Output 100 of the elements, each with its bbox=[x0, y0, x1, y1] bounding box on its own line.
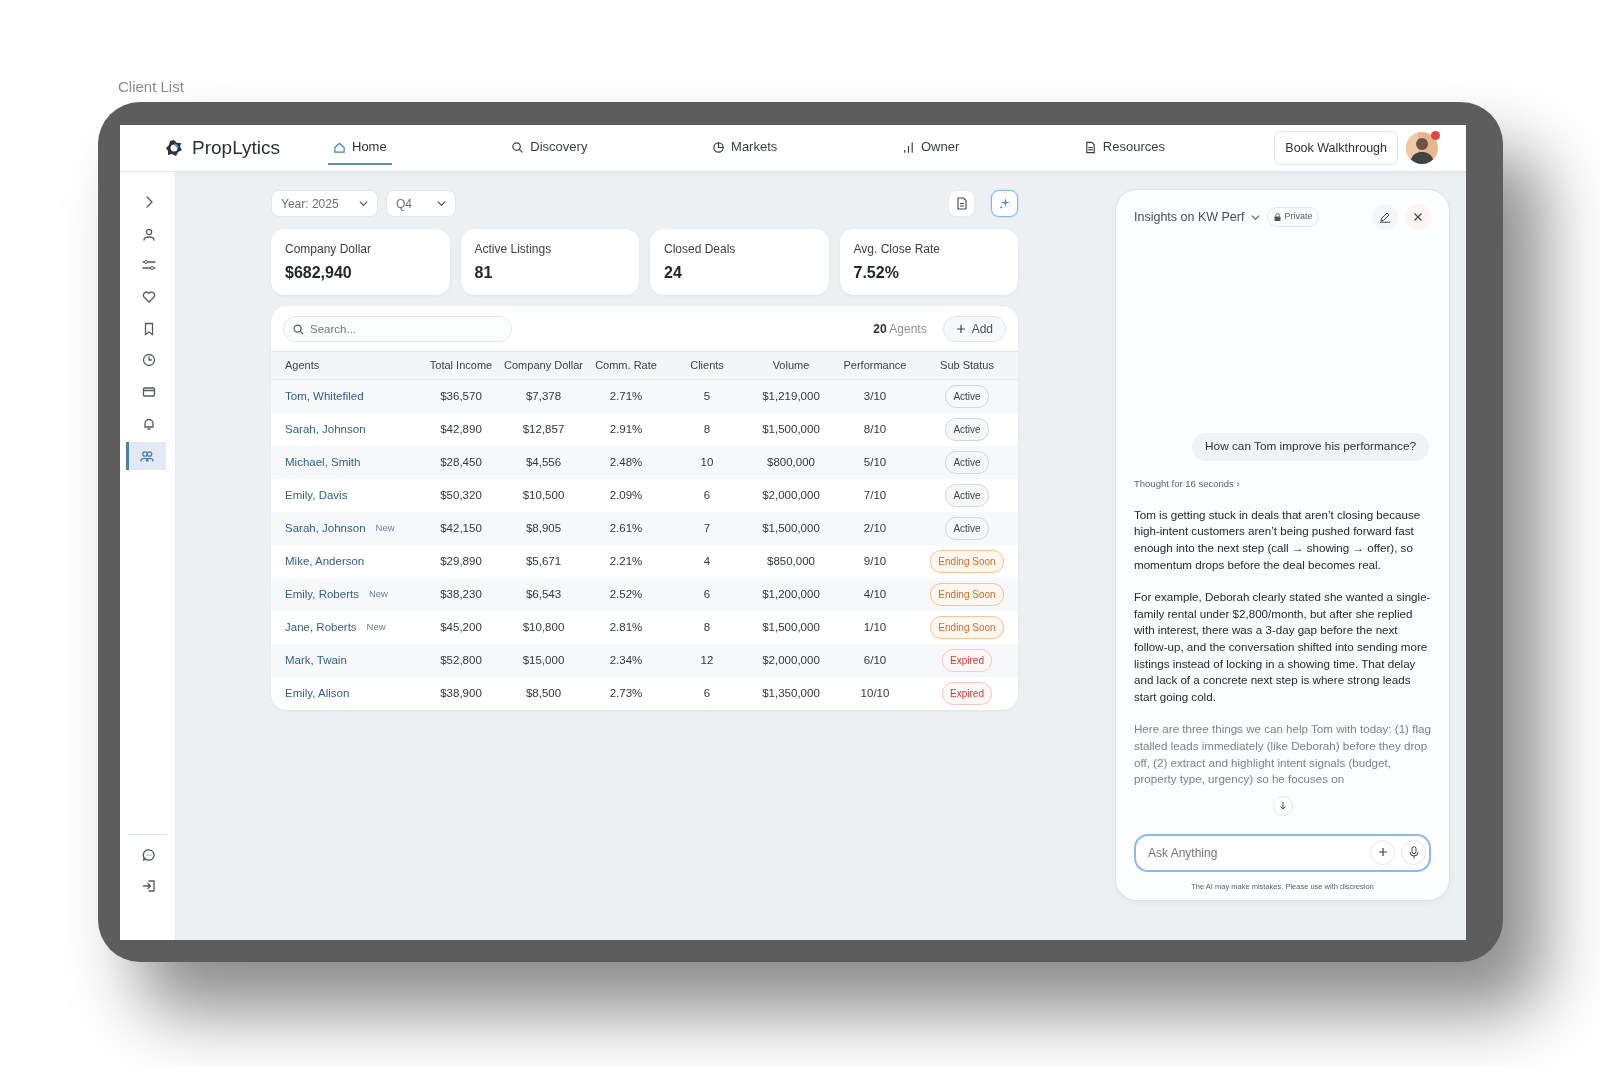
bookmark-icon bbox=[142, 321, 156, 336]
user-icon bbox=[142, 226, 156, 241]
stat-label: Avg. Close Rate bbox=[853, 241, 941, 257]
status-badge: Ending Soon bbox=[930, 550, 1004, 573]
new-tag: New bbox=[368, 587, 388, 602]
agent-name-link[interactable]: Sarah, Johnson bbox=[285, 519, 366, 538]
status-badge: Ending Soon bbox=[930, 616, 1004, 639]
stat-value: 24 bbox=[664, 263, 683, 283]
table-cell-text: $1,200,000 bbox=[761, 586, 821, 602]
agent-name-link[interactable]: Mark, Twain bbox=[285, 651, 347, 670]
nav-tab[interactable]: Markets bbox=[707, 131, 783, 165]
agent-name-link[interactable]: Emily, Alison bbox=[285, 684, 350, 703]
nav-tab[interactable]: Owner bbox=[896, 131, 965, 165]
nav-tab[interactable]: Discovery bbox=[506, 131, 593, 165]
pie-chart-icon bbox=[712, 140, 726, 154]
table-cell-text: $1,500,000 bbox=[761, 619, 821, 635]
table-cell-text: 6/10 bbox=[862, 652, 888, 668]
logout-icon bbox=[142, 879, 156, 894]
table-cell-text: 3/10 bbox=[862, 388, 888, 404]
agent-name-link[interactable]: Emily, Davis bbox=[285, 486, 348, 505]
lock-icon bbox=[1274, 213, 1282, 221]
table-cell-text: $7,378 bbox=[524, 388, 563, 404]
home-icon bbox=[333, 140, 346, 154]
table-cell-text: $42,890 bbox=[439, 421, 483, 437]
agent-name-link[interactable]: Tom, Whitefiled bbox=[285, 387, 364, 406]
table-cell-text: $42,150 bbox=[439, 520, 483, 536]
export-button[interactable] bbox=[948, 190, 975, 217]
column-header: Performance bbox=[842, 358, 908, 374]
table-cell-text: 6 bbox=[702, 586, 712, 602]
agent-name-link[interactable]: Michael, Smith bbox=[285, 453, 361, 472]
nav-tab[interactable]: Home bbox=[328, 131, 392, 165]
table-cell-text: 7 bbox=[702, 520, 712, 536]
agent-count: 20 Agents bbox=[873, 321, 927, 338]
agent-name-link[interactable]: Jane, Roberts bbox=[285, 618, 357, 637]
search-field[interactable]: Search... bbox=[283, 316, 512, 342]
table-cell-text: 2.09% bbox=[608, 487, 644, 503]
ai-response-paragraph: Here are three things we can help Tom with today: (1) flag stalled leads immediately (like Deborah) before they drop off, (2) extract and highlight intent signals (budget, property type, urgency) so he focuses on bbox=[1134, 721, 1431, 788]
edit-button[interactable] bbox=[1372, 204, 1398, 230]
close-button[interactable] bbox=[1405, 204, 1431, 230]
table-cell-text: 8/10 bbox=[862, 421, 888, 437]
agent-name-link[interactable]: Emily, Roberts bbox=[285, 585, 359, 604]
chevron-down-icon bbox=[359, 199, 368, 208]
brand-name: PropLytics bbox=[192, 135, 280, 160]
bar-chart-icon bbox=[901, 140, 915, 154]
stat-value: 81 bbox=[474, 263, 494, 283]
table-cell-text: 2/10 bbox=[862, 520, 888, 536]
user-message: How can Tom improve his performance? bbox=[1192, 432, 1429, 461]
table-cell-text: $4,556 bbox=[524, 454, 563, 470]
table-cell-text: $52,800 bbox=[439, 652, 483, 668]
close-icon bbox=[1413, 212, 1423, 222]
plus-icon bbox=[1377, 847, 1388, 858]
stat-value: 7.52% bbox=[853, 263, 900, 283]
users-icon bbox=[140, 448, 154, 463]
table-cell-text: $850,000 bbox=[766, 553, 816, 569]
status-badge: Ending Soon bbox=[930, 583, 1004, 606]
user-avatar[interactable] bbox=[1406, 132, 1438, 164]
ai-response-paragraph: Tom is getting stuck in deals that aren’t closing because high-intent customers aren’t being pushed forward fast enough into the next step (call → showing → offer), so momentum drops before the deal becomes real. bbox=[1134, 506, 1422, 573]
heart-icon bbox=[142, 290, 156, 305]
table-cell-text: $800,000 bbox=[766, 454, 816, 470]
sparkle-icon bbox=[998, 197, 1011, 210]
chat-title[interactable]: Insights on KW Perf bbox=[1134, 207, 1245, 227]
column-header: Company Dollar bbox=[503, 358, 584, 374]
column-header: Total Income bbox=[428, 358, 494, 374]
column-header: Agents bbox=[284, 358, 321, 374]
table-cell-text: 7/10 bbox=[862, 487, 888, 503]
table-cell-text: 2.71% bbox=[608, 388, 644, 404]
status-badge: Expired bbox=[942, 649, 992, 672]
table-cell-text: 2.52% bbox=[608, 586, 644, 602]
document-icon bbox=[1083, 140, 1097, 154]
status-badge: Active bbox=[945, 484, 989, 507]
filter-dropdown[interactable]: Year: 2025 bbox=[271, 190, 378, 217]
table-cell-text: 2.34% bbox=[608, 652, 644, 668]
nav-tab[interactable]: Resources bbox=[1078, 131, 1170, 165]
table-cell-text: 2.21% bbox=[608, 553, 644, 569]
table-cell-text: 5 bbox=[702, 388, 712, 404]
arrow-down-icon bbox=[1278, 801, 1287, 811]
book-walkthrough-button[interactable]: Book Walkthrough bbox=[1274, 130, 1398, 166]
table-cell-text: 4 bbox=[702, 553, 712, 569]
table-cell-text: 2.61% bbox=[608, 520, 644, 536]
ask-input-field[interactable]: Ask Anything bbox=[1134, 833, 1431, 872]
column-header: Volume bbox=[771, 358, 811, 374]
filter-dropdown[interactable]: Q4 bbox=[386, 190, 456, 217]
plus-icon bbox=[955, 324, 966, 334]
table-cell-text: $1,500,000 bbox=[761, 421, 821, 437]
table-cell-text: 8 bbox=[702, 421, 712, 437]
table-cell-text: $50,320 bbox=[439, 487, 483, 503]
thought-duration-link[interactable]: Thought for 16 seconds › bbox=[1134, 476, 1431, 491]
sidebar-button[interactable] bbox=[125, 441, 166, 470]
chevron-down-icon bbox=[437, 199, 446, 208]
table-cell-text: $1,219,000 bbox=[761, 388, 821, 404]
table-cell-text: $1,350,000 bbox=[761, 685, 821, 701]
chevron-down-icon[interactable] bbox=[1251, 212, 1261, 222]
scroll-down-button[interactable] bbox=[1272, 795, 1293, 816]
table-cell-text: $2,000,000 bbox=[761, 487, 821, 503]
pencil-icon bbox=[1379, 211, 1391, 223]
ai-insights-button[interactable] bbox=[991, 190, 1018, 217]
agent-name-link[interactable]: Sarah, Johnson bbox=[285, 420, 366, 439]
table-cell-text: $8,500 bbox=[524, 685, 563, 701]
add-button[interactable]: Add bbox=[942, 316, 1006, 342]
agent-name-link[interactable]: Mike, Anderson bbox=[285, 552, 365, 571]
